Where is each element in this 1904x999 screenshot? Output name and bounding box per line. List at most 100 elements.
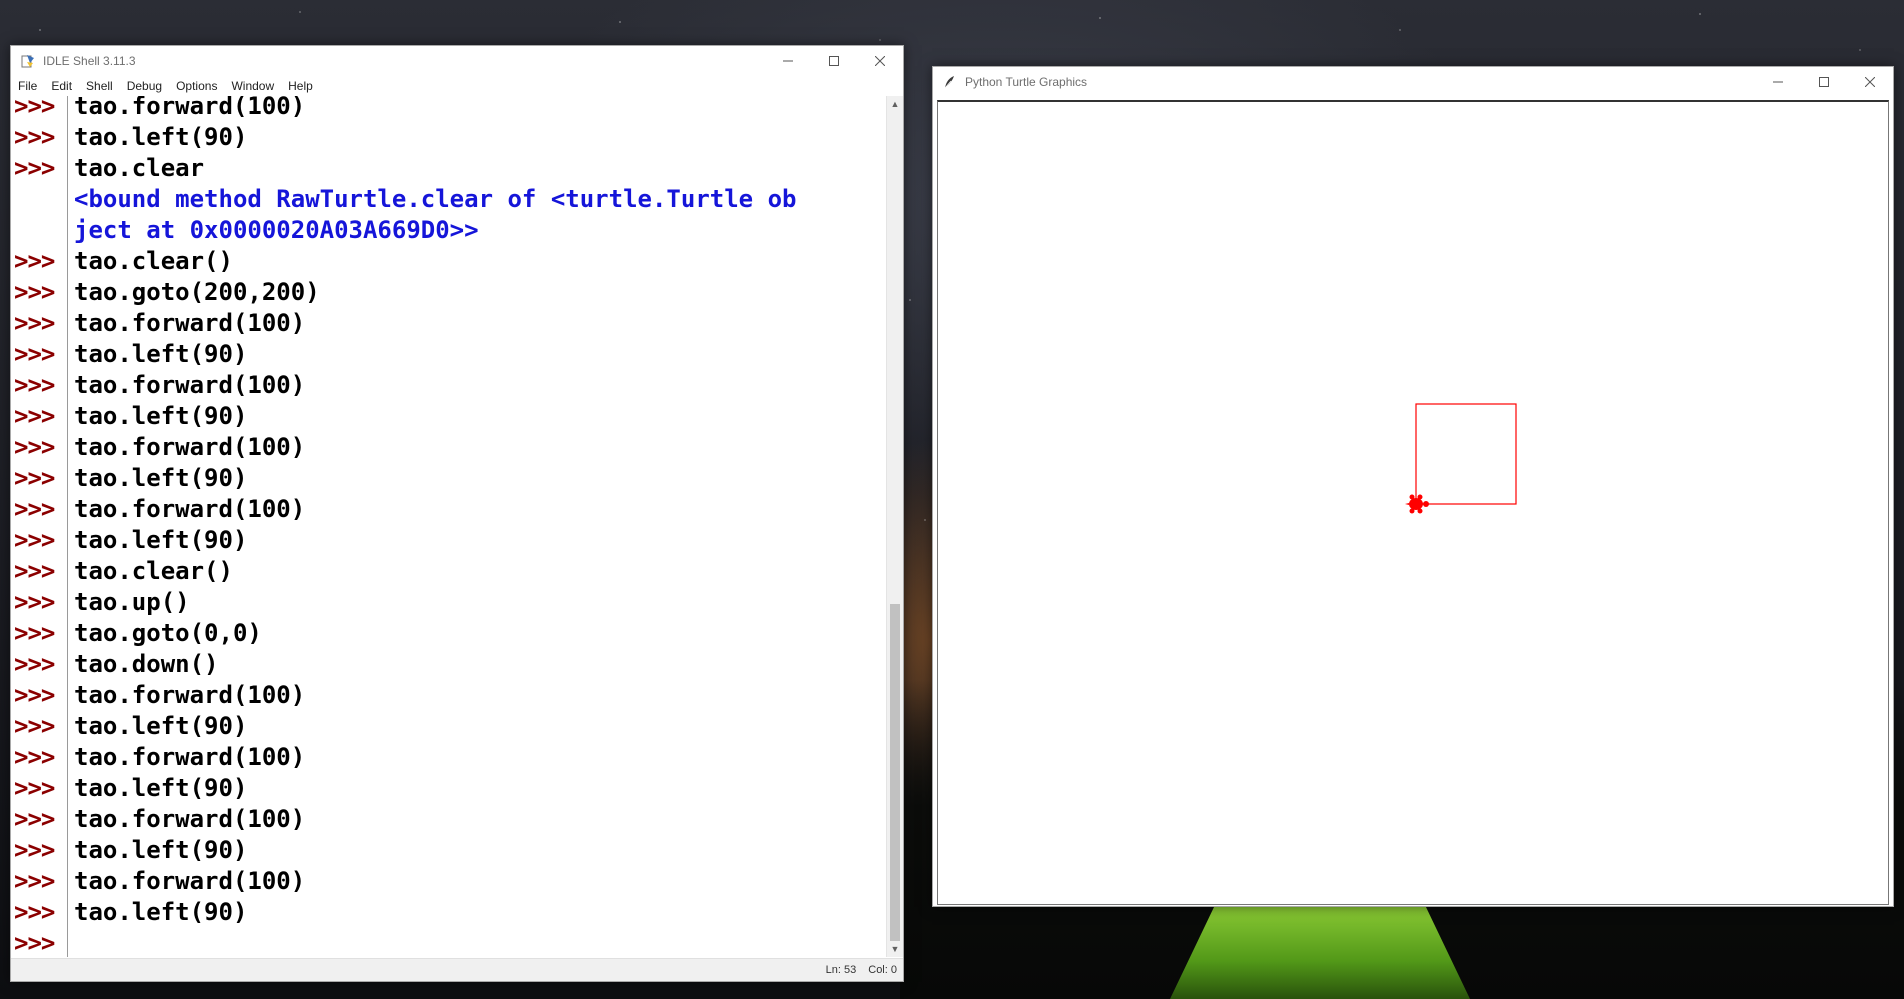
vertical-scrollbar[interactable]: ▲ ▼ [886,96,903,957]
code-text: tao.forward(100) [74,96,306,120]
menu-debug[interactable]: Debug [120,79,169,93]
shell-input-line: >>> tao.up() [11,587,887,618]
shell-prompt: >>> [14,247,55,275]
code-text: tao.left(90) [74,464,248,492]
code-text: tao.forward(100) [74,371,306,399]
scrollbar-thumb[interactable] [890,604,900,941]
shell-output-line: ject at 0x0000020A03A669D0>> [11,215,887,246]
shell-input-line: >>> tao.down() [11,649,887,680]
turtle-canvas[interactable] [937,100,1889,905]
shell-input-line: >>> tao.left(90) [11,525,887,556]
shell-prompt: >>> [14,309,55,337]
turtle-window-title: Python Turtle Graphics [965,75,1088,89]
shell-prompt: >>> [14,650,55,678]
shell-prompt: >>> [14,588,55,616]
scroll-up-arrow-icon[interactable]: ▲ [887,96,903,112]
code-text: tao.forward(100) [74,743,306,771]
maximize-button[interactable] [811,46,857,76]
shell-prompt: >>> [14,712,55,740]
shell-prompt: >>> [14,681,55,709]
shell-input-line: >>> tao.left(90) [11,401,887,432]
code-text: tao.forward(100) [74,805,306,833]
shell-prompt: >>> [14,774,55,802]
code-text: tao.left(90) [74,340,248,368]
shell-input-line: >>> tao.clear [11,153,887,184]
shell-prompt: >>> [14,898,55,926]
shell-prompt: >>> [14,464,55,492]
shell-input-line: >>> tao.left(90) [11,897,887,928]
minimize-button[interactable] [1755,67,1801,97]
shell-input-line: >>> tao.left(90) [11,711,887,742]
shell-prompt: >>> [14,96,55,120]
menu-shell[interactable]: Shell [79,79,120,93]
shell-input-line: >>> tao.goto(0,0) [11,618,887,649]
idle-app-icon [21,54,35,68]
shell-prompt: >>> [14,557,55,585]
turtle-graphics-window[interactable]: Python Turtle Graphics [932,66,1894,907]
shell-prompt: >>> [14,371,55,399]
minimize-button[interactable] [765,46,811,76]
idle-menubar: File Edit Shell Debug Options Window Hel… [11,76,903,97]
shell-prompt: >>> [14,867,55,895]
output-text: <bound method RawTurtle.clear of <turtle… [74,185,797,213]
drawn-square [1415,403,1517,505]
code-text: tao.goto(200,200) [74,278,320,306]
menu-window[interactable]: Window [224,79,281,93]
close-button[interactable] [1847,67,1893,97]
shell-prompt: >>> [14,526,55,554]
shell-input-line: >>> tao.left(90) [11,463,887,494]
code-text: tao.left(90) [74,526,248,554]
code-text: tao.left(90) [74,774,248,802]
code-text: tao.left(90) [74,402,248,430]
menu-edit[interactable]: Edit [44,79,79,93]
code-text: tao.left(90) [74,123,248,151]
shell-prompt: >>> [14,154,55,182]
shell-input-line: >>> tao.forward(100) [11,680,887,711]
shell-input-line: >>> tao.clear() [11,556,887,587]
shell-input-line: >>> [11,928,887,957]
status-bar: Ln: 53 Col: 0 [11,958,903,981]
menu-file[interactable]: File [11,79,44,93]
menu-options[interactable]: Options [169,79,224,93]
shell-input-line: >>> tao.left(90) [11,339,887,370]
code-text: tao.forward(100) [74,433,306,461]
code-text: tao.down() [74,650,219,678]
code-text: tao.up() [74,588,190,616]
shell-prompt: >>> [14,619,55,647]
shell-input-line: >>> tao.forward(100) [11,804,887,835]
shell-prompt: >>> [14,278,55,306]
shell-input-line: >>> tao.forward(100) [11,308,887,339]
idle-shell-window[interactable]: IDLE Shell 3.11.3 File Edit Shell Debug … [10,45,904,982]
shell-prompt: >>> [14,805,55,833]
output-text: ject at 0x0000020A03A669D0>> [74,216,479,244]
shell-prompt: >>> [14,743,55,771]
code-text: tao.goto(0,0) [74,619,262,647]
idle-window-title: IDLE Shell 3.11.3 [43,54,136,68]
shell-input-line: >>> tao.forward(100) [11,370,887,401]
turtle-titlebar[interactable]: Python Turtle Graphics [933,67,1893,97]
shell-prompt: >>> [14,929,55,957]
desktop-tent [1170,905,1470,999]
code-text: tao.forward(100) [74,867,306,895]
status-column-number: Col: 0 [868,964,897,976]
status-line-number: Ln: 53 [825,964,857,976]
shell-prompt: >>> [14,340,55,368]
shell-editor[interactable]: >>> tao.forward(100) >>> tao.left(90) >>> tao… [11,96,887,957]
idle-titlebar[interactable]: IDLE Shell 3.11.3 [11,46,903,76]
shell-prompt: >>> [14,123,55,151]
shell-output-line: <bound method RawTurtle.clear of <turtle… [11,184,887,215]
scroll-down-arrow-icon[interactable]: ▼ [887,941,903,957]
shell-input-line: >>> tao.forward(100) [11,494,887,525]
code-text: tao.clear() [74,557,233,585]
maximize-button[interactable] [1801,67,1847,97]
turtle-drawing [1405,403,1517,514]
shell-prompt: >>> [14,495,55,523]
code-text: tao.clear() [74,247,233,275]
shell-input-line: >>> tao.left(90) [11,122,887,153]
menu-help[interactable]: Help [281,79,320,93]
shell-prompt: >>> [14,433,55,461]
code-text: tao.clear [74,154,205,182]
code-text: tao.left(90) [74,836,248,864]
close-button[interactable] [857,46,903,76]
code-text: tao.left(90) [74,898,248,926]
